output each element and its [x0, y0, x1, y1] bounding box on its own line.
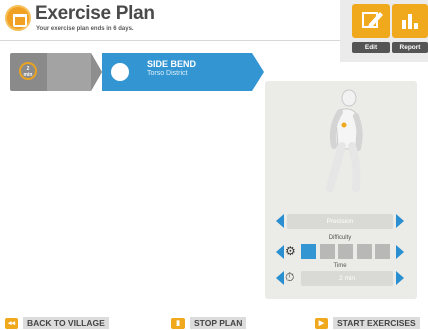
- difficulty-step[interactable]: [319, 244, 335, 259]
- time-next-arrow-icon[interactable]: [396, 271, 404, 285]
- stop-plan-button[interactable]: ▮ STOP PLAN: [171, 317, 247, 329]
- exercise-figure-illustration: [326, 89, 363, 192]
- edit-icon: [362, 12, 383, 28]
- rewind-icon: ◂◂: [5, 317, 18, 329]
- difficulty-prev-arrow-icon[interactable]: [276, 245, 284, 259]
- duration-unit: min: [23, 72, 33, 78]
- header-divider: [0, 40, 345, 41]
- time-label: Time: [333, 263, 347, 269]
- timeline-placeholder-card[interactable]: [47, 53, 102, 91]
- difficulty-next-arrow-icon[interactable]: [396, 245, 404, 259]
- edit-label[interactable]: Edit: [352, 42, 390, 53]
- difficulty-step[interactable]: [301, 244, 316, 259]
- difficulty-step[interactable]: [338, 244, 353, 259]
- difficulty-label: Difficulty: [328, 235, 352, 241]
- play-icon: ▶: [315, 317, 328, 329]
- time-selector[interactable]: 2 min: [301, 271, 393, 286]
- exercise-name: SIDE BEND: [147, 59, 197, 69]
- active-card-arrow: [252, 53, 264, 91]
- calendar-icon: [5, 5, 31, 31]
- time-value: 2 min: [339, 275, 355, 282]
- gear-icon: ⚙: [285, 244, 296, 258]
- report-button[interactable]: [392, 4, 428, 38]
- bar-chart-icon: [402, 14, 418, 29]
- report-label[interactable]: Report: [392, 42, 428, 53]
- stopwatch-icon: ⏱: [285, 270, 295, 284]
- exercise-district: Torso District: [147, 70, 188, 77]
- difficulty-step[interactable]: [356, 244, 372, 259]
- time-prev-arrow-icon[interactable]: [276, 271, 284, 285]
- page-subtitle: Your exercise plan ends in 6 days.: [36, 26, 134, 32]
- precision-selector[interactable]: Precision: [287, 214, 393, 229]
- difficulty-step[interactable]: [375, 244, 390, 259]
- exercise-status-dot: [111, 63, 129, 81]
- stop-plan-label: STOP PLAN: [190, 317, 247, 329]
- back-to-village-button[interactable]: ◂◂ BACK TO VILLAGE: [5, 317, 109, 329]
- edit-button[interactable]: [352, 4, 390, 38]
- precision-prev-arrow-icon[interactable]: [276, 214, 284, 228]
- start-exercises-button[interactable]: ▶ START EXERCISES: [315, 317, 420, 329]
- duration-badge: 2 min: [19, 62, 37, 80]
- precision-label: Precision: [326, 218, 354, 225]
- start-exercises-label: START EXERCISES: [333, 317, 420, 329]
- page-title: Exercise Plan: [35, 3, 155, 24]
- precision-next-arrow-icon[interactable]: [396, 214, 404, 228]
- stop-icon: ▮: [171, 317, 185, 329]
- back-to-village-label: BACK TO VILLAGE: [23, 317, 109, 329]
